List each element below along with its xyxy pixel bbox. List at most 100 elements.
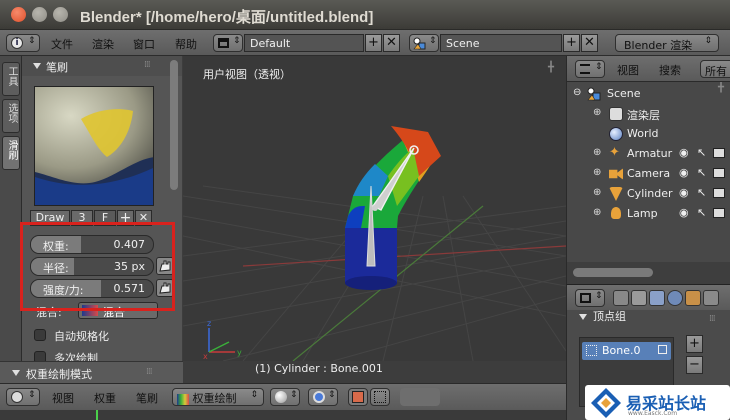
render-camera-icon[interactable] xyxy=(713,168,725,178)
layer-buttons[interactable] xyxy=(400,388,440,406)
properties-icon xyxy=(580,293,591,303)
3d-view-header: ⇕ 视图 权重 笔刷 权重绘制 ⇕ ⇕ ⇕ xyxy=(0,383,566,410)
cursor-icon[interactable]: ↖ xyxy=(697,166,706,179)
auto-normalize-checkbox[interactable] xyxy=(34,329,46,341)
tool-shelf-scrollbar[interactable] xyxy=(170,60,178,190)
plus-icon: + xyxy=(689,336,700,351)
current-frame-marker[interactable] xyxy=(96,410,98,420)
outliner-row-armature[interactable]: ⊕ ✦ Armatur ◉ ↖ xyxy=(567,144,730,164)
viewport-selection-text: (1) Cylinder : Bone.001 xyxy=(255,362,383,375)
view3d-menu-brush[interactable]: 笔刷 xyxy=(136,390,158,406)
close-window-button[interactable] xyxy=(11,7,26,22)
expand-icon[interactable]: ⊕ xyxy=(593,107,601,118)
maximize-window-button[interactable] xyxy=(53,7,68,22)
drag-handle-icon[interactable]: ⁞⁞⁞ xyxy=(144,60,151,70)
editor-type-button[interactable]: i ⇕ xyxy=(6,34,40,52)
viewport-shading-dropdown[interactable]: ⇕ xyxy=(270,388,300,406)
scene-selector[interactable]: ⇕ xyxy=(409,34,439,52)
tab-tools[interactable]: 工具 xyxy=(2,62,20,96)
cursor-icon[interactable]: ↖ xyxy=(697,146,706,159)
drag-handle-icon[interactable]: ⁞⁞⁞ xyxy=(709,314,716,324)
screen-layout-field[interactable]: Default xyxy=(244,34,364,52)
outliner-editor-type-button[interactable]: ⇕ xyxy=(575,60,605,78)
expand-icon[interactable]: ⊕ xyxy=(593,207,601,218)
remove-scene-button[interactable]: ✕ xyxy=(581,34,598,52)
remove-screen-button[interactable]: ✕ xyxy=(383,34,400,52)
outliner-row-cylinder[interactable]: ⊕ Cylinder ◉ ↖ xyxy=(567,184,730,204)
outliner-render-layers-label: 渲染层 xyxy=(627,109,660,122)
eye-icon[interactable]: ◉ xyxy=(679,146,689,159)
face-mask-button[interactable] xyxy=(348,388,368,406)
vertex-group-icon xyxy=(586,345,597,356)
render-tab-icon[interactable] xyxy=(613,290,629,306)
menu-window[interactable]: 窗口 xyxy=(133,36,155,52)
expand-icon[interactable]: ⊖ xyxy=(573,87,581,98)
brush-preview[interactable] xyxy=(34,86,154,206)
multi-paint-checkbox[interactable] xyxy=(34,351,46,361)
vertex-groups-title: 顶点组 xyxy=(593,310,626,323)
add-screen-button[interactable]: + xyxy=(365,34,382,52)
properties-editor-type-button[interactable]: ⇕ xyxy=(575,289,605,307)
interaction-mode-label: 权重绘制 xyxy=(192,392,237,405)
cursor-icon[interactable]: ↖ xyxy=(697,186,706,199)
outliner-menu-search[interactable]: 搜索 xyxy=(659,62,681,78)
add-vertex-group-button[interactable]: + xyxy=(686,335,703,353)
outliner-display-mode[interactable]: 所有场 xyxy=(700,60,730,94)
weight-paint-mode-panel-header[interactable]: 权重绘制模式 ⁞⁞⁞ xyxy=(0,361,183,383)
outliner-horizontal-scrollbar[interactable] xyxy=(573,268,653,277)
menu-file[interactable]: 文件 xyxy=(51,36,73,52)
3d-viewport[interactable]: z y x 用户视图（透视） (1) Cylinder : Bone.001 ╋ xyxy=(183,56,566,361)
tab-options[interactable]: 选项 xyxy=(2,99,20,133)
view3d-menu-view[interactable]: 视图 xyxy=(52,390,74,406)
render-engine-selector[interactable]: Blender 渲染 ⇕ xyxy=(615,34,719,52)
scene-tab-icon[interactable] xyxy=(649,290,665,306)
screen-layout-selector[interactable]: ⇕ xyxy=(213,34,243,52)
minimize-window-button[interactable] xyxy=(32,7,47,22)
camera-icon xyxy=(609,168,623,180)
layout-grid-icon xyxy=(218,38,229,48)
scene-field[interactable]: Scene xyxy=(440,34,562,52)
eye-icon[interactable]: ◉ xyxy=(679,186,689,199)
outliner-menu-view[interactable]: 视图 xyxy=(617,62,639,78)
cursor-icon[interactable]: ↖ xyxy=(697,206,706,219)
weight-paint-icon xyxy=(177,393,189,405)
vertex-group-item[interactable]: Bone.0 xyxy=(582,342,671,360)
world-tab-icon[interactable] xyxy=(667,290,683,306)
menu-help[interactable]: 帮助 xyxy=(175,36,197,52)
menu-render[interactable]: 渲染 xyxy=(92,36,114,52)
object-tab-icon[interactable] xyxy=(685,290,701,306)
render-camera-icon[interactable] xyxy=(713,208,725,218)
add-scene-button[interactable]: + xyxy=(563,34,580,52)
tab-grease-pencil[interactable]: 滑刷 xyxy=(2,136,20,170)
outliner-row-render-layers[interactable]: ⊕ 渲染层 xyxy=(567,104,730,124)
remove-vertex-group-button[interactable]: − xyxy=(686,356,703,374)
vertex-mask-button[interactable] xyxy=(370,388,390,406)
viewport-corner-plus-icon[interactable]: ╋ xyxy=(548,62,560,74)
render-camera-icon[interactable] xyxy=(713,148,725,158)
constraints-tab-icon[interactable] xyxy=(703,290,719,306)
outliner-row-camera[interactable]: ⊕ Camera ◉ ↖ xyxy=(567,164,730,184)
render-layers-icon xyxy=(609,107,623,121)
view3d-menu-weights[interactable]: 权重 xyxy=(94,390,116,406)
minus-icon: − xyxy=(689,357,700,372)
drag-handle-icon[interactable]: ⁞⁞⁞ xyxy=(146,367,153,377)
lock-icon[interactable] xyxy=(658,345,667,354)
render-layers-tab-icon[interactable] xyxy=(631,290,647,306)
outliner-scene-label: Scene xyxy=(607,87,641,100)
solid-sphere-icon xyxy=(275,391,287,403)
pivot-point-dropdown[interactable]: ⇕ xyxy=(308,388,338,406)
expand-icon[interactable]: ⊕ xyxy=(593,147,601,158)
expand-icon[interactable]: ⊕ xyxy=(593,167,601,178)
interaction-mode-dropdown[interactable]: 权重绘制 ⇕ xyxy=(172,388,264,406)
render-camera-icon[interactable] xyxy=(713,188,725,198)
outliner-row-scene[interactable]: ⊖ Scene xyxy=(567,84,730,104)
chevron-updown-icon: ⇕ xyxy=(28,36,36,46)
expand-icon[interactable]: ⊕ xyxy=(593,187,601,198)
brush-panel-header[interactable]: 笔刷 ⁞⁞⁞ xyxy=(22,56,182,76)
outliner-row-world[interactable]: World xyxy=(567,124,730,144)
eye-icon[interactable]: ◉ xyxy=(679,166,689,179)
outliner-row-lamp[interactable]: ⊕ Lamp ◉ ↖ xyxy=(567,204,730,224)
view3d-editor-type-button[interactable]: ⇕ xyxy=(6,388,40,406)
collapse-triangle-icon xyxy=(33,63,41,69)
eye-icon[interactable]: ◉ xyxy=(679,206,689,219)
